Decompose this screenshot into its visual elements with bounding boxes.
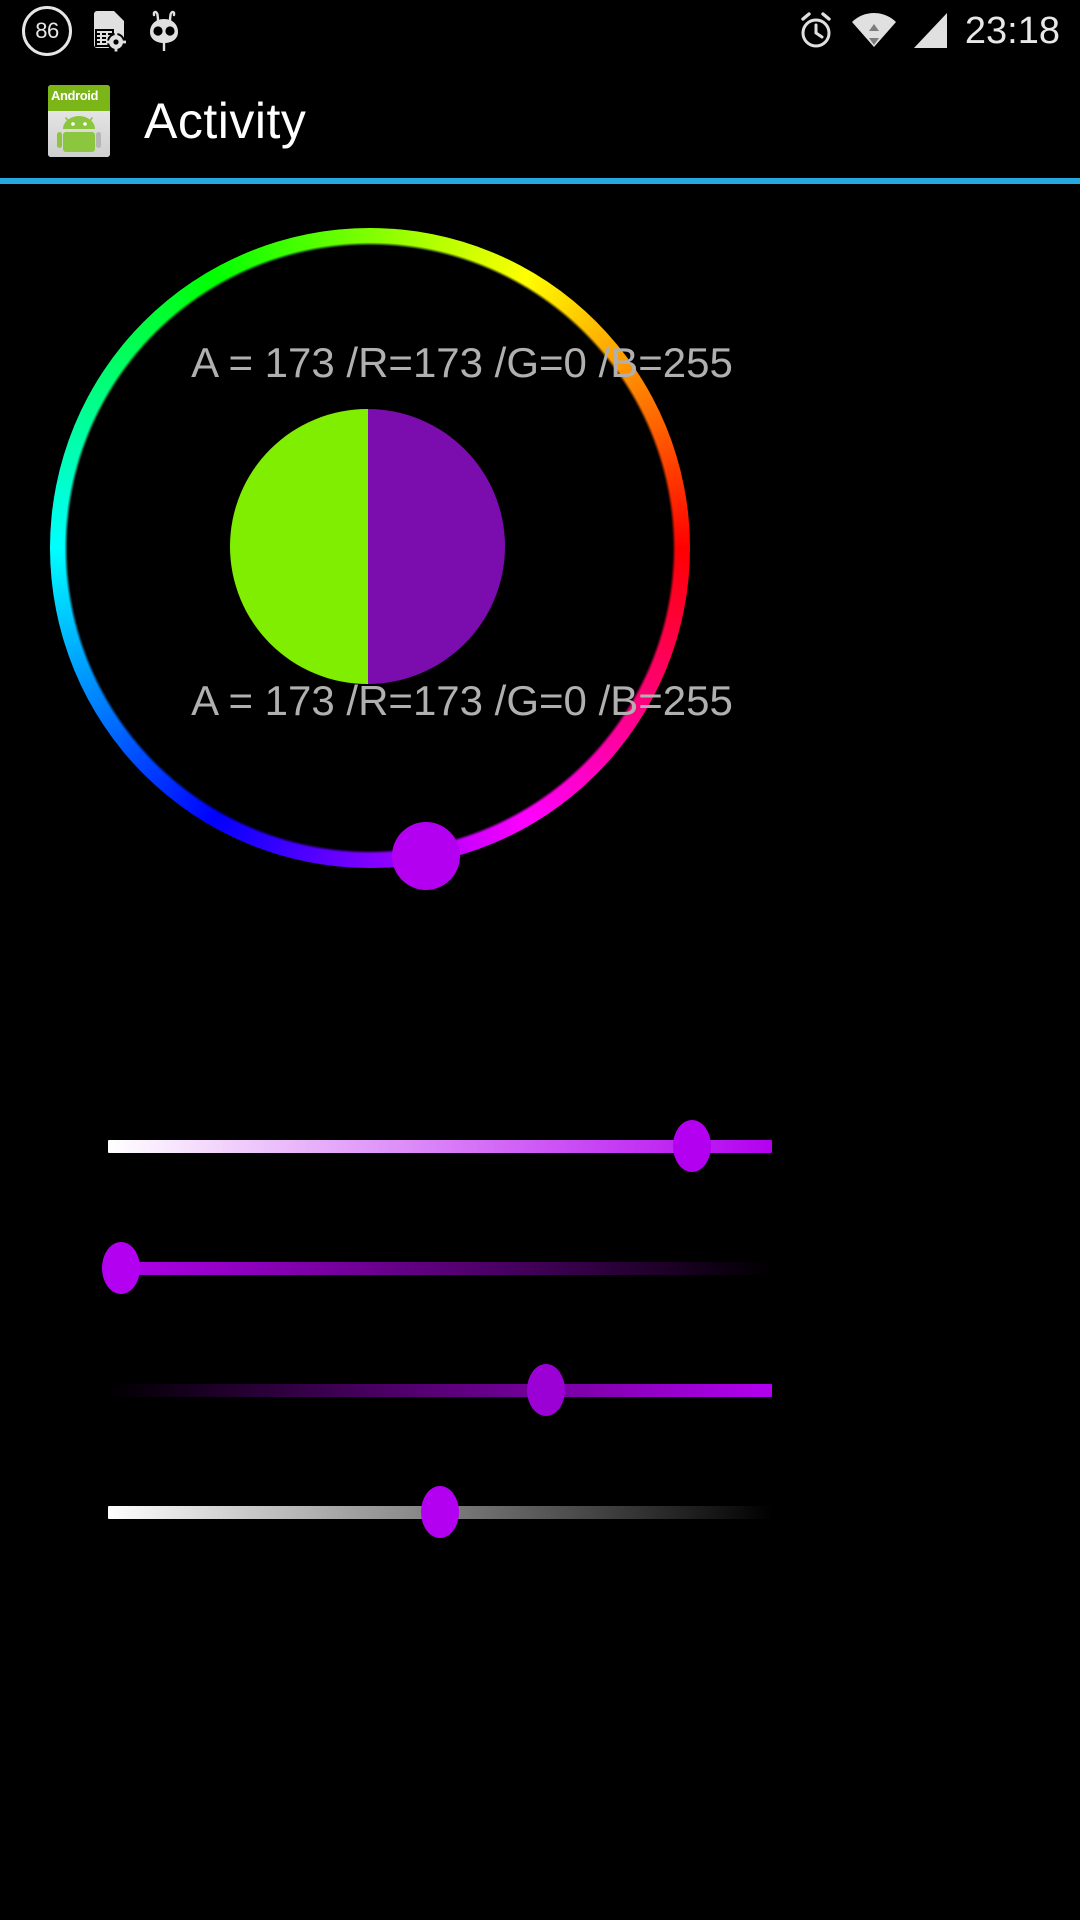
hue-ring-knob[interactable] — [392, 822, 460, 890]
status-bar: 86 — [0, 0, 1080, 62]
app-icon-banner-label: Android — [51, 88, 98, 103]
cellular-signal-icon — [911, 11, 951, 51]
color-preview-circle[interactable] — [230, 409, 505, 684]
alpha-slider-knob[interactable] — [673, 1120, 711, 1172]
color-wheel-area[interactable]: A = 173 /R=173 /G=0 /B=255 A = 173 /R=17… — [0, 184, 1080, 944]
status-bar-right-icons: 23:18 — [795, 0, 1060, 62]
battery-percent-label: 86 — [35, 18, 58, 44]
alpha-slider[interactable] — [0, 1106, 1080, 1186]
green-slider-knob[interactable] — [527, 1364, 565, 1416]
battery-percent-icon: 86 — [22, 6, 72, 56]
blue-slider[interactable] — [0, 1472, 1080, 1552]
red-slider-track[interactable] — [108, 1262, 772, 1275]
green-slider[interactable] — [0, 1350, 1080, 1430]
app-icon: Android — [48, 85, 110, 157]
alarm-clock-icon — [795, 10, 837, 52]
red-slider-knob[interactable] — [102, 1242, 140, 1294]
page-title: Activity — [144, 92, 306, 150]
cyanogenmod-mascot-icon — [144, 9, 184, 53]
color-label-bottom: A = 173 /R=173 /G=0 /B=255 — [0, 677, 1002, 725]
status-bar-left-icons: 86 — [22, 0, 184, 62]
app-icon-banner: Android — [48, 85, 110, 111]
red-slider[interactable] — [0, 1228, 1080, 1308]
app-bar: Android Activity — [0, 62, 1080, 180]
green-slider-track[interactable] — [108, 1384, 772, 1397]
wifi-signal-icon — [851, 11, 897, 51]
blue-slider-knob[interactable] — [421, 1486, 459, 1538]
sim-card-settings-icon — [88, 9, 128, 53]
color-label-top: A = 173 /R=173 /G=0 /B=255 — [0, 339, 1002, 387]
status-bar-clock: 23:18 — [965, 0, 1060, 62]
android-robot-icon — [57, 115, 101, 157]
